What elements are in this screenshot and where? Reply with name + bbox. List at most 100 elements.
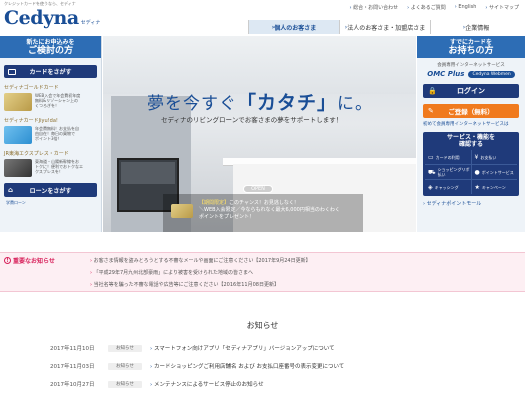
news-date: 2017年10月27日 [50,382,95,388]
service-label: カードの利用 [435,154,460,160]
hero-title: 夢を今すぐ「カタチ」に。 [147,88,373,115]
card-desc-jiyuda: 年会費無料！お支払を自 由自在！毎日の買物で ポイント3倍！ [35,126,79,144]
gold-card-image [4,93,32,111]
hero-subtitle: セディナのリビングローンでお客さまの夢をサポートします！ [161,116,343,124]
promo-highlight: 【期間限定】 [199,200,230,206]
util-link-contact[interactable]: 総合・お問い合わせ [350,4,398,11]
news-category-badge: お知らせ [108,380,142,388]
open-toggle[interactable]: OPEN [243,185,273,193]
card-icon: ▭ [428,153,434,161]
member-heading: すでにカードを お持ちの方 [417,36,525,58]
service-label: キャッシング [434,184,459,190]
hero-wall [103,36,416,94]
service-card-usage[interactable]: ▭ カードの利用 [425,150,471,164]
cart-icon: ⛟ [428,168,436,176]
hero-title-post: に。 [337,94,374,114]
promo-line1: 【期間限定】このチャンス！お見逃しなく！ [199,200,340,207]
promo-banner[interactable]: 【期間限定】このチャンス！お見逃しなく！ ＼WEB入会限定／今ならもれなく最大6… [163,194,363,232]
tuition-loan-link[interactable]: 学費ローン [6,200,95,206]
notice-item[interactable]: 当社名等を騙った不審な電話や広告等にご注意ください【2016年11月08日更新】 [90,279,311,291]
news-date: 2017年11月03日 [50,364,95,370]
jiyuda-card-image [4,126,32,144]
service-points[interactable]: ● ポイントサービス [471,165,517,179]
omc-plus-logo: OMC Plus [427,70,465,78]
new-applicant-heading: 新たにお申込みを ご検討の方 [0,36,101,58]
card-item-jr-express[interactable]: 東海道・山陽新幹線をお トクに！便利でおトクなエ クスプレスを！ [4,159,97,177]
card-desc-line: くつろぎを！ [35,103,59,108]
promo-text: 【期間限定】このチャンス！お見逃しなく！ ＼WEB入会限定／今ならもれなく最大6… [199,194,340,232]
cash-icon: ◈ [428,183,433,191]
util-link-english[interactable]: English [455,4,476,11]
service-campaign[interactable]: ★ キャンペーン [471,180,517,194]
member-heading-line2: お持ちの方 [448,46,494,56]
service-label: お支払い [480,154,497,160]
news-link[interactable]: カードショッピングご利用店舗名 および お支払口座番号の表示変更について [150,362,344,370]
webmen-logo: Cedyna Webmen [468,70,515,78]
point-mall-label: セディナポイントモール [426,201,482,207]
first-time-link[interactable]: 初めて会員専用インターネットサービスは [423,121,519,127]
tab-personal[interactable]: 個人のお客さま [248,20,339,34]
point-mall-link[interactable]: › セディナポイントモール [423,200,519,207]
find-card-label: カードをさがす [29,69,72,76]
card-item-jiyuda[interactable]: 年会費無料！お支払を自 由自在！毎日の買物で ポイント3倍！ [4,126,97,144]
notice-list: お客さま情報を盗みとろうとする不審なメールや画面にご注意ください【2017年9月… [90,255,311,291]
notice-item[interactable]: 「平成29年7月九州北部豪雨」により被害を受けられた地域の皆さまへ [90,267,311,279]
service-payment[interactable]: ¥ お支払い [471,150,517,164]
tab-company[interactable]: 企業情報 [430,20,521,34]
promo-line1-text: このチャンス！お見逃しなく！ [229,200,299,206]
member-panel: すでにカードを お持ちの方 会員専用インターネットサービス OMC Plus C… [417,36,525,232]
tab-corporate[interactable]: 法人のお客さま・加盟店さま [339,20,430,34]
hero-title-pre: 夢を今すぐ [147,94,237,114]
new-applicant-heading-line2: ご検討の方 [27,46,73,56]
card-desc-line: ポイント3倍！ [35,136,62,141]
hero-banner[interactable]: 夢を今すぐ「カタチ」に。 セディナのリビングローンでお客さまの夢をサポートします… [103,36,416,232]
news-link[interactable]: メンテナンスによるサービス停止のお知らせ [150,380,264,388]
news-link[interactable]: スマートフォン向けアプリ「セディナアプリ」バージョンアップについて [150,344,335,352]
news-heading: お知らせ [246,321,279,330]
alert-icon: ! [4,257,11,264]
register-button[interactable]: ✎ ご登録（無料） [423,104,519,118]
login-label: ログイン [457,87,485,95]
pencil-icon: ✎ [428,107,434,115]
point-icon: ● [474,168,480,176]
util-link-faq[interactable]: よくあるご質問 [407,4,446,11]
audience-tabs: 個人のお客さま 法人のお客さま・加盟店さま 企業情報 [248,20,521,34]
hero-oven-window [121,162,175,184]
login-button[interactable]: 🔒 ログイン [423,84,519,98]
services-heading-line2: 確認する [458,141,483,148]
card-title-gold[interactable]: セディナゴールドカード [4,84,97,91]
member-service-name: 会員専用インターネットサービス [437,63,505,68]
news-date: 2017年11月10日 [50,346,95,352]
service-label: ショッピングリボ払い [437,167,470,177]
new-applicant-panel: 新たにお申込みを ご検討の方 カードをさがす セディナゴールドカード WEB入会… [0,36,102,232]
find-loan-label: ローンをさがす [29,187,72,195]
card-desc-gold: WEB入会で年会費初年度 無料&リゾーシャン上の くつろぎを！ [35,93,80,111]
news-category-badge: お知らせ [108,344,142,352]
member-service-logos: OMC Plus Cedyna Webmen [417,70,525,78]
logo-sub: セディナ [80,20,101,26]
service-cashing[interactable]: ◈ キャッシング [425,180,471,194]
services-grid: ▭ カードの利用 ¥ お支払い ⛟ ショッピングリボ払い ● ポイントサービス ◈ キャッ… [425,150,517,194]
find-loan-button[interactable]: ⌂ ローンをさがす [4,183,97,197]
cedyna-logo[interactable]: Cedyna セディナ [4,7,100,29]
important-notices: ! 重要なお知らせ お客さま情報を盗みとろうとする不審なメールや画面にご注意くだ… [0,252,525,292]
card-title-jr-express[interactable]: JR東海エクスプレス・カード [4,150,97,157]
card-item-gold[interactable]: WEB入会で年会費初年度 無料&リゾーシャン上の くつろぎを！ [4,93,97,111]
promo-line3: ポイントをプレゼント！ [199,214,255,220]
card-title-jiyuda[interactable]: セディナカードJiyu!da! [4,117,97,124]
jr-express-card-image [4,159,32,177]
news-row: 2017年10月27日 お知らせ メンテナンスによるサービス停止のお知らせ [50,375,344,393]
service-revolving[interactable]: ⛟ ショッピングリボ払い [425,165,471,179]
card-desc-line: クスプレスを！ [35,169,63,174]
news-list: 2017年11月10日 お知らせ スマートフォン向けアプリ「セディナアプリ」バー… [50,339,344,393]
logo-word: Cedyna [4,7,79,29]
util-link-sitemap[interactable]: サイトマップ [485,4,519,11]
important-notices-title: 重要なお知らせ [13,258,55,265]
find-card-button[interactable]: カードをさがす [4,65,97,78]
utility-nav: 総合・お問い合わせ よくあるご質問 English サイトマップ [350,4,519,11]
services-heading[interactable]: サービス・機能を 確認する [423,132,519,150]
card-icon [8,68,16,75]
card-desc-jr-express: 東海道・山陽新幹線をお トクに！便利でおトクなエ クスプレスを！ [35,159,83,177]
yen-icon: ¥ [474,153,479,161]
notice-item[interactable]: お客さま情報を盗みとろうとする不審なメールや画面にご注意ください【2017年9月… [90,255,311,267]
